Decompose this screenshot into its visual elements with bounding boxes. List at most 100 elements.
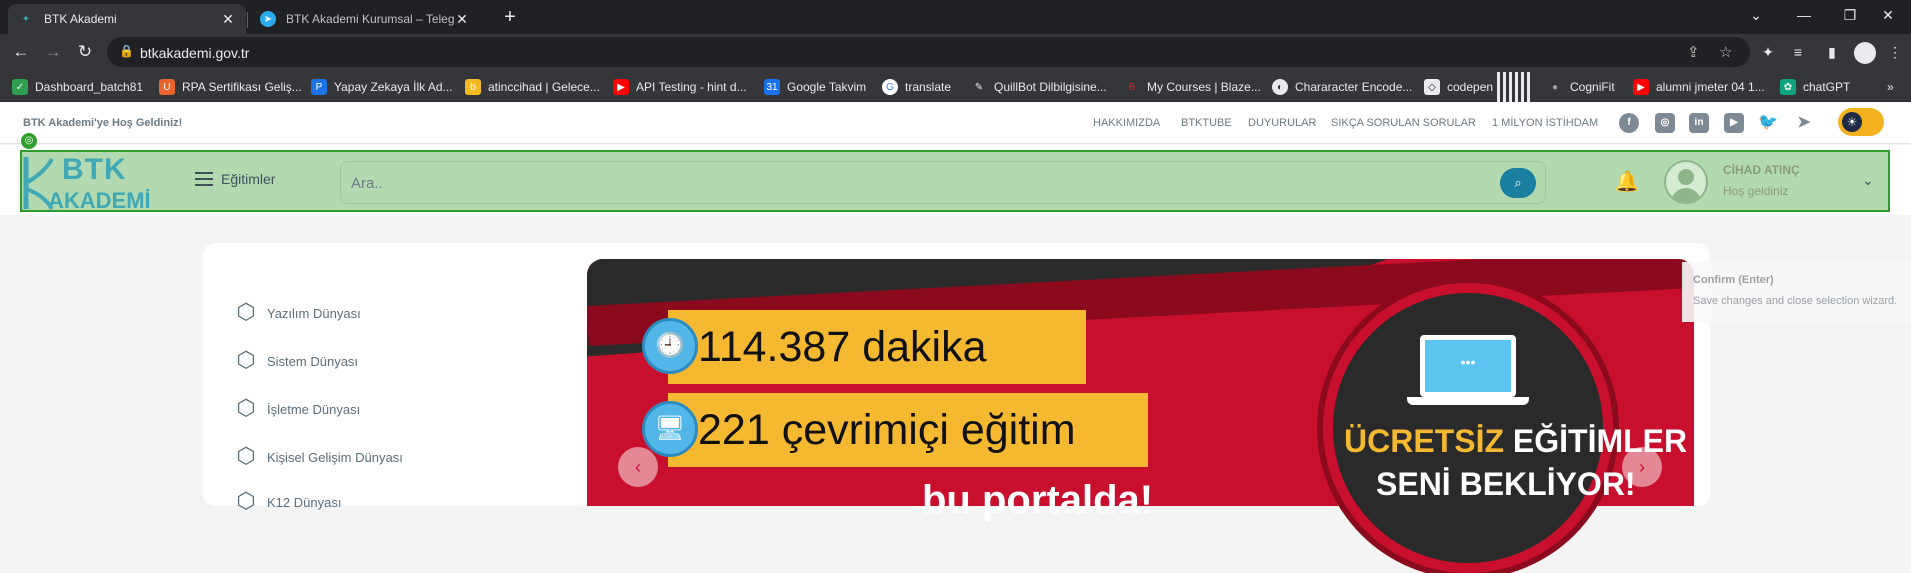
- hexagon-icon: ⬡: [236, 443, 256, 468]
- bookmark-item[interactable]: ◇ codepen: [1424, 72, 1532, 102]
- hamburger-icon: [195, 172, 213, 186]
- close-tab-icon[interactable]: ✕: [220, 11, 236, 28]
- sun-icon: ☀: [1842, 112, 1862, 132]
- category-item[interactable]: ⬡ İşletme Dünyası: [236, 395, 360, 420]
- media-queue-icon[interactable]: ≡: [1788, 42, 1808, 62]
- bookmark-item[interactable]: U RPA Sertifikası Geliş...: [159, 78, 302, 96]
- tooltip-text: Save changes and close selection wizard.: [1693, 295, 1898, 307]
- telegram-icon[interactable]: ➤: [1794, 113, 1814, 133]
- tab-separator: [247, 12, 248, 28]
- browser-toolbar: ← → ↻ 🔒 btkakademi.gov.tr ⇪ ☆ ✦ ≡ ▮ ⋮: [0, 34, 1911, 70]
- stat-minutes-text: 114.387 dakika: [698, 322, 987, 371]
- bookmark-item[interactable]: Gtranslate: [882, 78, 951, 96]
- notification-bell-icon[interactable]: 🔔: [1614, 169, 1640, 195]
- reload-icon[interactable]: ↻: [73, 40, 97, 64]
- bookmarks-overflow-icon[interactable]: »: [1887, 78, 1894, 96]
- nav-link-istihdam[interactable]: 1 MİLYON İSTİHDAM: [1492, 117, 1598, 129]
- bookmark-item[interactable]: ▶ API Testing - hint d...: [613, 78, 747, 96]
- search-button[interactable]: ⌕: [1500, 168, 1536, 198]
- more-menu-icon[interactable]: ⋮: [1885, 42, 1905, 62]
- tab-telegram[interactable]: ➤ BTK Akademi Kurumsal – Telegram ✕: [250, 4, 480, 34]
- bookmark-item[interactable]: ▶ alumni jmeter 04 1...: [1633, 78, 1765, 96]
- telegram-favicon-icon: ➤: [260, 11, 276, 27]
- instagram-icon[interactable]: ◎: [1655, 113, 1675, 133]
- lock-icon[interactable]: 🔒: [119, 44, 134, 58]
- bookmark-label: atinccihad | Gelece...: [488, 80, 600, 94]
- bookmark-item[interactable]: ◐ Chararacter Encode...: [1272, 78, 1412, 96]
- nav-link-btktube[interactable]: BTKTUBE: [1181, 117, 1232, 129]
- bookmark-item[interactable]: ● CogniFit: [1547, 78, 1615, 96]
- tab-search-icon[interactable]: ⌄: [1733, 0, 1779, 30]
- nav-link-hakkimizda[interactable]: HAKKIMIZDA: [1093, 117, 1160, 129]
- tab-title: BTK Akademi: [44, 12, 117, 26]
- logo-text-akademi: AKADEMİ: [48, 188, 151, 213]
- address-bar[interactable]: 🔒 btkakademi.gov.tr ⇪ ☆: [107, 37, 1750, 67]
- side-panel-icon[interactable]: ▮: [1822, 42, 1842, 62]
- carousel-next-button[interactable]: ›: [1622, 447, 1662, 487]
- url-text[interactable]: btkakademi.gov.tr: [140, 45, 249, 61]
- computer-icon: 🖥: [642, 401, 698, 457]
- category-item[interactable]: ⬡ Sistem Dünyası: [236, 347, 358, 372]
- category-item[interactable]: ⬡ Kişisel Gelişim Dünyası: [236, 443, 402, 468]
- search-box: [340, 161, 1546, 204]
- free-highlight: ÜCRETSİZ: [1344, 423, 1504, 459]
- forward-arrow-icon[interactable]: →: [41, 40, 65, 64]
- profile-avatar[interactable]: [1854, 42, 1876, 64]
- linkedin-icon[interactable]: in: [1689, 113, 1709, 133]
- clock-icon: 🕘: [642, 318, 698, 374]
- bookmark-item[interactable]: B My Courses | Blaze...: [1124, 78, 1261, 96]
- twitter-icon[interactable]: 🐦: [1758, 113, 1778, 133]
- qr-code-icon: [1497, 72, 1532, 102]
- theme-toggle[interactable]: ☀: [1838, 108, 1884, 136]
- quill-icon: ✎: [974, 81, 984, 93]
- hexagon-icon: ⬡: [236, 347, 256, 372]
- tab-btk-akademi[interactable]: ✦ BTK Akademi ✕: [8, 4, 246, 34]
- tab-title: BTK Akademi Kurumsal – Telegram: [286, 12, 454, 26]
- category-label: Yazılım Dünyası: [267, 305, 361, 321]
- nav-link-sss[interactable]: SIKÇA SORULAN SORULAR: [1331, 117, 1476, 129]
- orange-icon: U: [159, 79, 175, 95]
- bookmark-item[interactable]: ✎ QuillBot Dilbilgisine...: [971, 78, 1107, 96]
- yellow-icon: b: [465, 79, 481, 95]
- user-avatar[interactable]: [1664, 160, 1708, 204]
- minimize-button[interactable]: —: [1781, 0, 1827, 30]
- facebook-icon[interactable]: f: [1619, 113, 1639, 133]
- free-courses-line2: SENİ BEKLİYOR!: [1376, 466, 1636, 502]
- selection-target-icon[interactable]: ◎: [21, 133, 37, 149]
- hexagon-icon: ⬡: [236, 395, 256, 420]
- close-window-button[interactable]: ✕: [1865, 0, 1911, 30]
- carousel-prev-button[interactable]: ‹: [618, 447, 658, 487]
- bookmark-item[interactable]: ✓ Dashboard_batch81: [12, 78, 143, 96]
- laptop-icon: •••: [1420, 335, 1516, 397]
- chevron-down-icon[interactable]: ⌄: [1862, 172, 1874, 189]
- bookmark-item[interactable]: ✿ chatGPT: [1780, 78, 1850, 96]
- hexagon-icon: ⬡: [236, 299, 256, 324]
- share-icon[interactable]: ⇪: [1687, 43, 1700, 61]
- user-name[interactable]: CİHAD ATINÇ: [1723, 163, 1800, 177]
- portal-text: bu portalda!: [922, 478, 1154, 522]
- bookmark-star-icon[interactable]: ☆: [1719, 43, 1732, 61]
- extensions-puzzle-icon[interactable]: ✦: [1758, 42, 1778, 62]
- globe-icon: ◐: [1272, 79, 1288, 95]
- egitimler-menu-button[interactable]: Eğitimler: [195, 171, 275, 187]
- calendar-icon: 31: [764, 79, 780, 95]
- stat-courses-text: 221 çevrimiçi eğitim: [698, 405, 1076, 454]
- bookmark-label: codepen: [1447, 80, 1494, 94]
- nav-link-duyurular[interactable]: DUYURULAR: [1248, 117, 1316, 129]
- youtube-icon[interactable]: ▶: [1724, 113, 1744, 133]
- search-input[interactable]: [351, 170, 1471, 196]
- stat-minutes: 114.387 dakika: [668, 310, 1086, 384]
- category-item[interactable]: ⬡ K12 Dünyası: [236, 490, 342, 512]
- user-greeting: Hoş geldiniz: [1723, 184, 1789, 198]
- bookmark-item[interactable]: 31 Google Takvim: [764, 78, 866, 96]
- category-label: K12 Dünyası: [267, 494, 342, 510]
- back-arrow-icon[interactable]: ←: [9, 40, 33, 64]
- close-tab-icon[interactable]: ✕: [454, 11, 470, 28]
- bookmark-item[interactable]: P Yapay Zekaya İlk Ad...: [311, 78, 453, 96]
- new-tab-button[interactable]: +: [498, 6, 522, 30]
- btk-akademi-logo[interactable]: BTK AKADEMİ: [22, 153, 172, 213]
- bookmark-label: Google Takvim: [787, 80, 867, 94]
- search-icon: ⌕: [1514, 175, 1522, 190]
- category-item[interactable]: ⬡ Yazılım Dünyası: [236, 299, 361, 324]
- bookmark-item[interactable]: b atinccihad | Gelece...: [465, 78, 600, 96]
